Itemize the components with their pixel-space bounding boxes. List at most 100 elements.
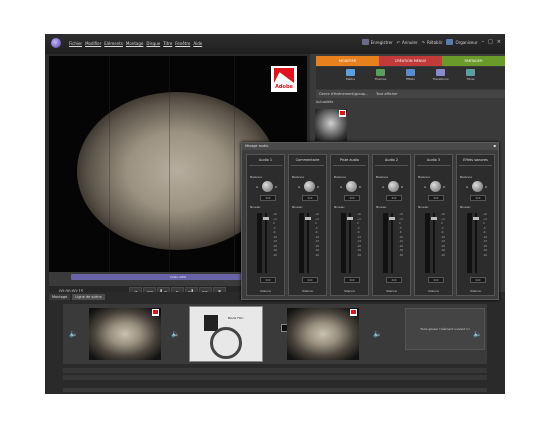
volume-fader-handle[interactable] (263, 217, 269, 220)
level-value[interactable]: 0.0 (386, 277, 402, 283)
volume-fader-track[interactable] (391, 213, 393, 273)
balance-value[interactable]: 0.0 (302, 195, 318, 201)
volume-fader-track[interactable] (349, 213, 351, 273)
channel-name: Audio 3 (426, 158, 441, 162)
balance-knob[interactable] (388, 181, 399, 192)
mute-button[interactable]: Silence (373, 289, 410, 293)
clip-title: Blank Film (228, 316, 244, 320)
balance-value[interactable]: 0.0 (386, 195, 402, 201)
divider (249, 165, 282, 166)
themes-button[interactable]: Thèmes (371, 69, 391, 89)
balance-value[interactable]: 0.0 (344, 195, 360, 201)
volume-fader-track[interactable] (433, 213, 435, 273)
menu-item-modifier[interactable]: Modifier (85, 41, 101, 46)
mute-button[interactable]: Silence (289, 289, 326, 293)
titles-button[interactable]: Titres (461, 69, 481, 89)
minimize-icon[interactable]: – (482, 39, 485, 45)
balance-label: Balance (418, 175, 430, 179)
mute-button[interactable]: Silence (415, 289, 452, 293)
level-value[interactable]: 0.0 (470, 277, 486, 283)
volume-fader-handle[interactable] (473, 217, 479, 220)
scale-tick: -15 (273, 240, 278, 243)
tab-partager[interactable]: PARTAGER (442, 56, 505, 66)
balance-knob[interactable] (262, 181, 273, 192)
balance-knob[interactable] (304, 181, 315, 192)
speaker-icon[interactable]: 🔈 (171, 330, 181, 338)
save-button[interactable]: Enregistrer (361, 39, 393, 45)
left-label: G (424, 185, 427, 189)
mute-button[interactable]: Silence (331, 289, 368, 293)
speaker-icon[interactable]: 🔈 (473, 330, 483, 338)
level-meter (467, 213, 472, 273)
speaker-icon[interactable]: 🔈 (373, 330, 383, 338)
menu-item-disque[interactable]: Disque (146, 41, 160, 46)
close-icon[interactable]: ▪ (493, 143, 496, 148)
close-icon[interactable]: × (497, 39, 501, 45)
left-label: G (382, 185, 385, 189)
media-thumbnail[interactable] (315, 109, 347, 141)
balance-knob[interactable] (346, 181, 357, 192)
drop-zone[interactable]: Faire glisser l'élément suivant ici (405, 308, 485, 350)
left-label: G (340, 185, 343, 189)
menu-item-fichier[interactable]: Fichier (69, 41, 82, 46)
menu-item-aide[interactable]: Aide (193, 41, 202, 46)
level-meter (257, 213, 262, 273)
level-value[interactable]: 0.0 (428, 277, 444, 283)
transitions-button[interactable]: Transitions (431, 69, 451, 89)
balance-value[interactable]: 0.0 (260, 195, 276, 201)
volume-fader-handle[interactable] (347, 217, 353, 220)
speaker-icon[interactable]: 🔈 (69, 330, 79, 338)
organizer-button[interactable]: Organiseur (446, 39, 478, 45)
mixer-channel: Audio 1 Balance G D 0.0 Niveau +6 +3 0 -3 -6… (246, 154, 285, 296)
mute-button[interactable]: Silence (247, 289, 284, 293)
level-meter (299, 213, 304, 273)
balance-knob[interactable] (430, 181, 441, 192)
show-all-dropdown[interactable]: Tout afficher (376, 92, 398, 96)
adobe-logo-text: Adobe (275, 84, 293, 90)
volume-fader-track[interactable] (265, 213, 267, 273)
level-value[interactable]: 0.0 (344, 277, 360, 283)
scale-tick: -15 (441, 240, 446, 243)
scene-clip-selected[interactable]: Blank Film (189, 306, 263, 362)
timeline-panel: Montage Ligne de scène 🔈 🔈 Blank Film 🔈 … (45, 292, 505, 394)
scene-clip[interactable] (89, 308, 161, 360)
balance-knob[interactable] (472, 181, 483, 192)
undo-button[interactable]: ↶ Annuler (397, 40, 418, 45)
menu-item-titre[interactable]: Titre (163, 41, 172, 46)
mute-button[interactable]: Silence (457, 289, 494, 293)
menu-item-montage[interactable]: Montage (126, 41, 143, 46)
media-button[interactable]: Média (341, 69, 361, 89)
effects-button[interactable]: Effets (401, 69, 421, 89)
scale-tick: -30 (441, 249, 446, 252)
tab-ligne-de-scene[interactable]: Ligne de scène (72, 294, 105, 300)
tab-montage[interactable]: Montage (49, 294, 71, 300)
scene-clip[interactable] (287, 308, 359, 360)
balance-label: Balance (250, 175, 262, 179)
redo-button[interactable]: ↷ Rétablir (422, 40, 443, 45)
horizontal-scrollbar[interactable] (63, 388, 487, 392)
volume-fader-handle[interactable] (305, 217, 311, 220)
tab-creation-menus[interactable]: CRÉATION MENUS (379, 56, 442, 66)
audio-track[interactable] (63, 368, 487, 373)
level-value[interactable]: 0.0 (260, 277, 276, 283)
menu-item-elements[interactable]: Eléments (104, 41, 123, 46)
redo-icon: ↷ (421, 39, 425, 45)
level-meter (341, 213, 346, 273)
scale-tick: +6 (357, 213, 361, 216)
left-label: G (256, 185, 259, 189)
balance-value[interactable]: 0.0 (428, 195, 444, 201)
maximize-icon[interactable]: □ (488, 39, 493, 45)
volume-fader-handle[interactable] (431, 217, 437, 220)
volume-fader-track[interactable] (307, 213, 309, 273)
balance-value[interactable]: 0.0 (470, 195, 486, 201)
tab-modifier[interactable]: MODIFIER (316, 56, 379, 66)
db-scale: +6 +3 0 -3 -6 -10 -15 -20 -30 -40 (273, 213, 277, 258)
volume-fader-handle[interactable] (389, 217, 395, 220)
toolbar-right: Enregistrer ↶ Annuler ↷ Rétablir Organiseu… (361, 39, 501, 45)
menu-item-fenetre[interactable]: Fenêtre (175, 41, 190, 46)
volume-fader-track[interactable] (475, 213, 477, 273)
category-dropdown[interactable]: Genre d'événement/group... (319, 92, 368, 96)
level-value[interactable]: 0.0 (302, 277, 318, 283)
level-label: Niveau (292, 205, 303, 209)
audio-track[interactable] (63, 375, 487, 380)
